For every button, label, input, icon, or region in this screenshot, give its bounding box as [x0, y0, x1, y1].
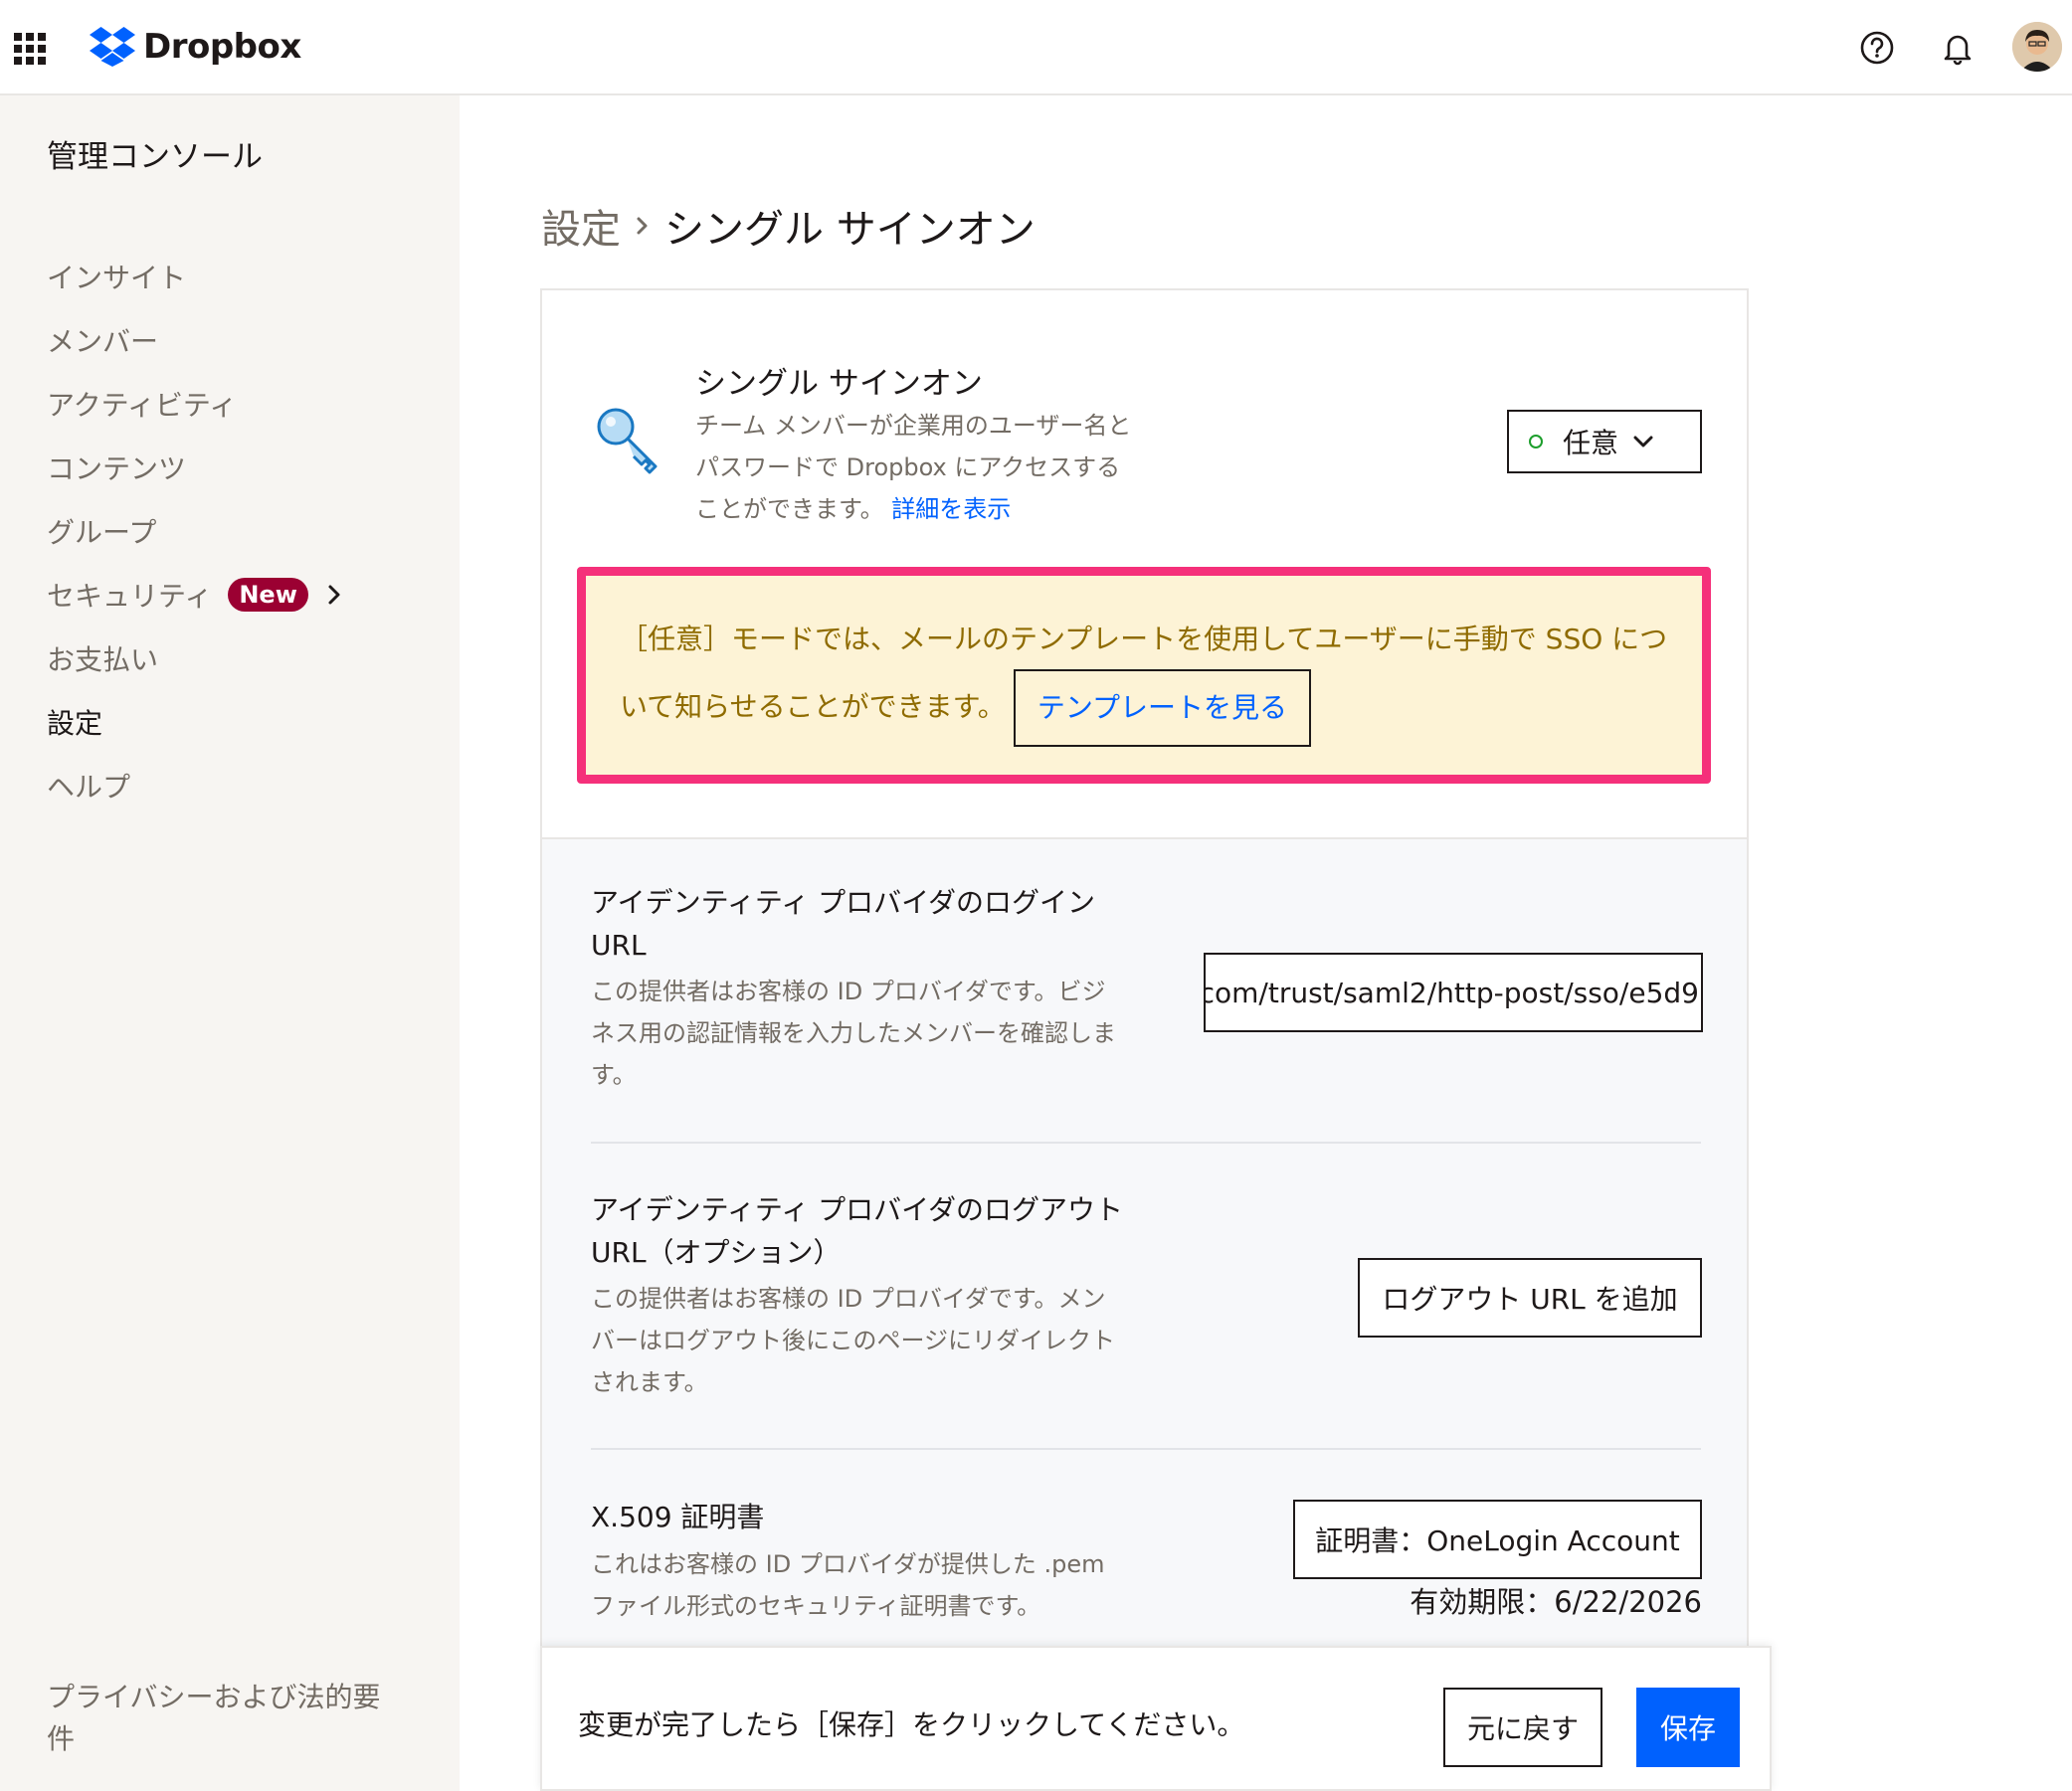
sidebar-item-label: 設定 [47, 707, 103, 740]
certificate-description: これはお客様の ID プロバイダが提供した .pem ファイル形式のセキュリティ… [591, 1550, 1105, 1620]
sidebar-item-insights[interactable]: インサイト [47, 245, 342, 308]
certificate-title: X.509 証明書 [591, 1501, 765, 1533]
certificate-expiry: 有効期限：6/22/2026 [1410, 1585, 1702, 1619]
new-badge: New [228, 578, 308, 612]
sidebar-item-label: お支払い [47, 643, 159, 676]
bell-icon[interactable] [1936, 26, 1979, 70]
sidebar-item-label: コンテンツ [47, 452, 187, 485]
sso-mode-value: 任意 [1563, 427, 1619, 459]
sidebar-item-label: アクティビティ [47, 389, 238, 422]
sidebar-item-label: メンバー [47, 325, 159, 358]
chevron-down-icon [1632, 435, 1654, 448]
chevron-right-icon [635, 214, 651, 238]
apps-grid-icon[interactable] [14, 33, 46, 65]
sidebar-item-billing[interactable]: お支払い [47, 627, 342, 690]
avatar[interactable] [2012, 22, 2062, 72]
breadcrumb: 設定 シングル サインオン [541, 197, 1036, 255]
row-divider [591, 1142, 1701, 1144]
optional-mode-notice: ［任意］モードでは、メールのテンプレートを使用してユーザーに手動で SSO につ… [577, 567, 1711, 784]
notice-text-block: ［任意］モードでは、メールのテンプレートを使用してユーザーに手動で SSO につ… [620, 610, 1674, 747]
logout-url-title: アイデンティティ プロバイダのログアウト URL（オプション） [591, 1193, 1124, 1269]
dropbox-logo-icon [90, 27, 135, 67]
sidebar-item-members[interactable]: メンバー [47, 308, 342, 372]
sidebar-item-activity[interactable]: アクティビティ [47, 372, 342, 436]
sidebar-item-label: グループ [47, 516, 157, 549]
sidebar-item-content[interactable]: コンテンツ [47, 436, 342, 499]
brand-name: Dropbox [143, 27, 301, 67]
sso-title: シングル サインオン [695, 366, 983, 402]
breadcrumb-settings-link[interactable]: 設定 [541, 197, 621, 255]
save-button[interactable]: 保存 [1636, 1688, 1740, 1767]
privacy-legal-link[interactable]: プライバシーおよび法的要件 [47, 1677, 405, 1760]
add-logout-url-button[interactable]: ログアウト URL を追加 [1358, 1258, 1702, 1338]
logout-url-description: この提供者はお客様の ID プロバイダです。メンバーはログアウト後にこのページに… [591, 1285, 1116, 1396]
sidebar-item-settings[interactable]: 設定 [47, 690, 342, 754]
login-url-title: アイデンティティ プロバイダのログイン URL [591, 886, 1096, 962]
row-divider [591, 1448, 1701, 1450]
sso-description: チーム メンバーが企業用のユーザー名とパスワードで Dropbox にアクセスす… [695, 405, 1133, 530]
help-icon[interactable] [1855, 26, 1899, 70]
sidebar-item-label: セキュリティ [47, 580, 213, 613]
save-bar: 変更が完了したら［保存］をクリックしてください。 元に戻す 保存 [540, 1646, 1772, 1791]
sidebar-item-help[interactable]: ヘルプ [47, 754, 342, 817]
login-url-description: この提供者はお客様の ID プロバイダです。ビジネス用の認証情報を入力したメンバ… [591, 978, 1116, 1089]
sidebar: 管理コンソール インサイト メンバー アクティビティ コンテンツ グループ セキ… [0, 95, 460, 1791]
sidebar-item-label: インサイト [47, 262, 187, 294]
console-title: 管理コンソール [47, 139, 263, 175]
save-bar-message: 変更が完了したら［保存］をクリックしてください。 [578, 1708, 1245, 1741]
login-url-input[interactable]: com/trust/saml2/http-post/sso/e5d9 [1204, 953, 1703, 1032]
sidebar-item-label: ヘルプ [47, 771, 131, 804]
revert-button[interactable]: 元に戻す [1443, 1688, 1602, 1767]
sidebar-nav: インサイト メンバー アクティビティ コンテンツ グループ セキュリティ New… [47, 245, 342, 817]
dropbox-logo[interactable]: Dropbox [90, 24, 301, 70]
login-url-value: com/trust/saml2/http-post/sso/e5d9 [1204, 976, 1699, 1009]
certificate-button[interactable]: 証明書：OneLogin Account [1293, 1500, 1702, 1579]
key-icon [594, 405, 665, 476]
sso-mode-dropdown[interactable]: 任意 [1507, 410, 1702, 473]
sso-settings-card: シングル サインオン チーム メンバーが企業用のユーザー名とパスワードで Dro… [540, 288, 1749, 1791]
sidebar-item-groups[interactable]: グループ [47, 499, 342, 563]
sidebar-item-security[interactable]: セキュリティ New [47, 563, 342, 627]
page-title: シングル サインオン [664, 207, 1036, 253]
chevron-right-icon [326, 584, 342, 606]
details-link[interactable]: 詳細を表示 [891, 495, 1011, 523]
top-bar: Dropbox [0, 0, 2072, 95]
view-template-button[interactable]: テンプレートを見る [1013, 669, 1311, 747]
status-dot-icon [1529, 435, 1543, 448]
